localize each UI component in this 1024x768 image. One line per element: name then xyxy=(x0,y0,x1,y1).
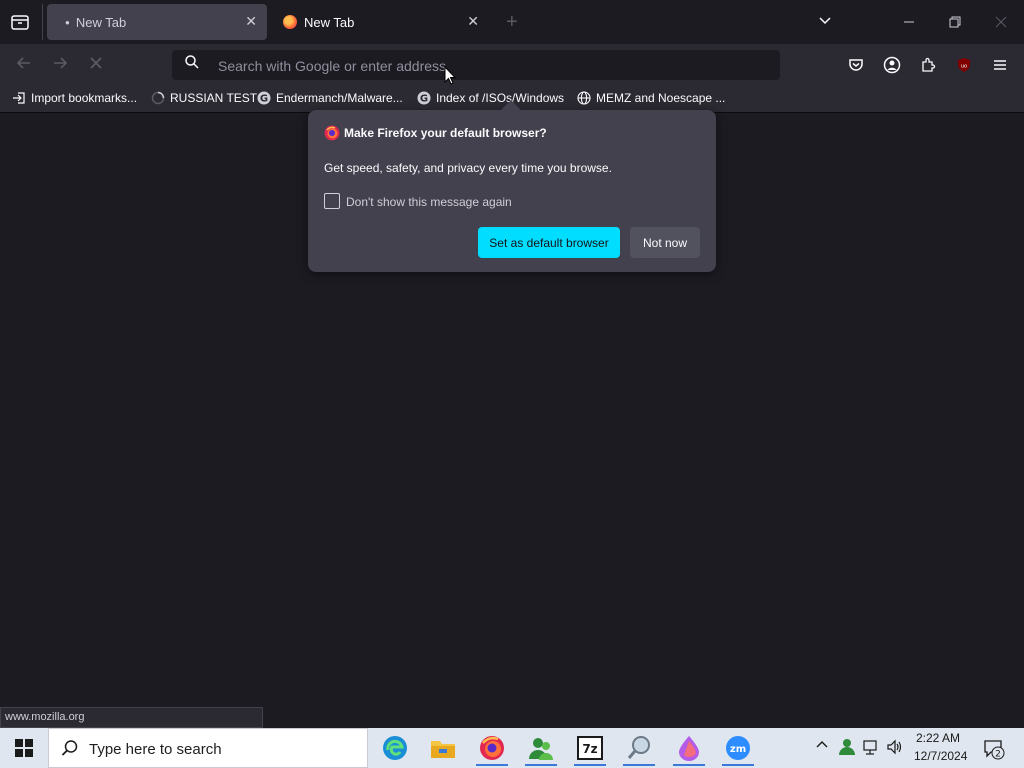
google-icon: G xyxy=(417,91,431,105)
default-browser-popup: Make Firefox your default browser? Get s… xyxy=(308,100,716,272)
search-icon xyxy=(61,739,79,762)
volume-icon[interactable] xyxy=(886,738,904,759)
clock-date[interactable]: 12/7/2024 xyxy=(914,749,967,763)
close-window-button[interactable] xyxy=(978,0,1024,44)
svg-text:2: 2 xyxy=(995,750,1001,760)
stop-loading-icon[interactable] xyxy=(87,54,105,77)
tray-people-icon[interactable] xyxy=(838,738,856,759)
firefox-view-icon[interactable] xyxy=(10,12,30,32)
set-default-browser-button[interactable]: Set as default browser xyxy=(478,227,620,258)
svg-text:uo: uo xyxy=(961,64,967,70)
globe-icon xyxy=(577,91,591,105)
svg-text:zm: zm xyxy=(730,744,746,755)
contacts-icon[interactable] xyxy=(519,730,563,766)
svg-text:7z: 7z xyxy=(582,742,597,756)
bookmark-russian-test[interactable]: RUSSIAN TEST xyxy=(151,91,257,105)
search-icon xyxy=(184,54,200,70)
google-icon: G xyxy=(257,91,271,105)
pocket-icon[interactable] xyxy=(844,53,868,77)
zoom-icon[interactable]: zm xyxy=(716,730,760,766)
mouse-cursor-icon xyxy=(444,65,457,91)
new-tab-plus-icon[interactable]: + xyxy=(506,11,518,34)
close-tab-icon[interactable]: ✕ xyxy=(245,13,257,30)
tab-label: New Tab xyxy=(75,14,127,30)
network-icon[interactable] xyxy=(862,738,880,759)
import-icon xyxy=(12,91,26,105)
notifications-icon[interactable]: 2 xyxy=(983,738,1005,765)
running-indicator xyxy=(525,764,557,766)
windows-taskbar: Type here to search 7z zm 2:22 AM 12/7/2… xyxy=(0,728,1024,768)
list-all-tabs-chevron-icon[interactable] xyxy=(817,12,833,33)
firefox-icon xyxy=(283,15,297,29)
bookmark-import[interactable]: Import bookmarks... xyxy=(12,91,137,105)
fluid-icon[interactable] xyxy=(667,730,711,766)
loading-icon xyxy=(151,91,165,105)
minimize-button[interactable] xyxy=(886,0,932,44)
popup-message: Get speed, safety, and privacy every tim… xyxy=(324,161,612,175)
show-hidden-icons-chevron-icon[interactable] xyxy=(815,738,829,755)
not-now-button[interactable]: Not now xyxy=(630,227,700,258)
firefox-icon[interactable] xyxy=(470,730,514,766)
extensions-puzzle-icon[interactable] xyxy=(916,53,940,77)
bookmark-label: Import bookmarks... xyxy=(31,91,138,105)
dont-show-checkbox-label[interactable]: Don't show this message again xyxy=(346,195,512,209)
popup-title: Make Firefox your default browser? xyxy=(344,126,547,140)
address-bar[interactable] xyxy=(172,50,780,80)
tab-strip: ● New Tab ✕ New Tab ✕ + xyxy=(0,0,1024,44)
running-indicator xyxy=(623,764,655,766)
tab-label: New Tab xyxy=(304,14,355,30)
navigation-toolbar: uo xyxy=(0,44,1024,86)
search-tool-icon[interactable] xyxy=(617,730,661,766)
account-icon[interactable] xyxy=(880,53,904,77)
edge-icon[interactable] xyxy=(373,730,417,766)
bookmark-label: RUSSIAN TEST xyxy=(170,91,258,105)
bookmark-memz[interactable]: MEMZ and Noescape ... xyxy=(577,91,725,105)
7zip-icon[interactable]: 7z xyxy=(568,730,612,766)
tab-new-tab[interactable]: New Tab ✕ xyxy=(275,4,489,40)
file-explorer-icon[interactable] xyxy=(421,730,465,766)
svg-text:G: G xyxy=(420,94,428,105)
tab-divider xyxy=(42,4,43,40)
clock-time[interactable]: 2:22 AM xyxy=(916,731,960,745)
running-indicator xyxy=(476,764,508,766)
bookmark-index-isos[interactable]: G Index of /ISOs/Windows xyxy=(417,91,564,105)
dont-show-checkbox[interactable] xyxy=(324,193,340,209)
status-panel: www.mozilla.org xyxy=(0,707,263,728)
windows-logo-icon xyxy=(15,739,33,757)
running-indicator xyxy=(722,764,754,766)
firefox-logo-icon xyxy=(324,125,340,141)
bookmark-label: Index of /ISOs/Windows xyxy=(436,91,565,105)
taskbar-search-box[interactable]: Type here to search xyxy=(48,728,368,768)
running-indicator xyxy=(574,764,606,766)
bookmark-endermanch[interactable]: G Endermanch/Malware... xyxy=(257,91,403,105)
svg-text:G: G xyxy=(260,94,268,105)
start-button[interactable] xyxy=(0,728,48,768)
taskbar-search-placeholder: Type here to search xyxy=(89,741,222,758)
forward-arrow-icon[interactable] xyxy=(51,54,69,77)
bookmark-label: Endermanch/Malware... xyxy=(276,91,403,105)
back-arrow-icon[interactable] xyxy=(15,54,33,77)
bookmark-label: MEMZ and Noescape ... xyxy=(596,91,726,105)
tab-dot-icon: ● xyxy=(65,17,70,27)
hamburger-menu-icon[interactable] xyxy=(988,53,1012,77)
close-tab-icon[interactable]: ✕ xyxy=(467,13,479,30)
tab-new-tab-active[interactable]: ● New Tab ✕ xyxy=(47,4,267,40)
address-input[interactable] xyxy=(216,55,770,77)
running-indicator xyxy=(673,764,705,766)
ublock-origin-icon[interactable]: uo xyxy=(952,53,976,77)
restore-button[interactable] xyxy=(932,0,978,44)
